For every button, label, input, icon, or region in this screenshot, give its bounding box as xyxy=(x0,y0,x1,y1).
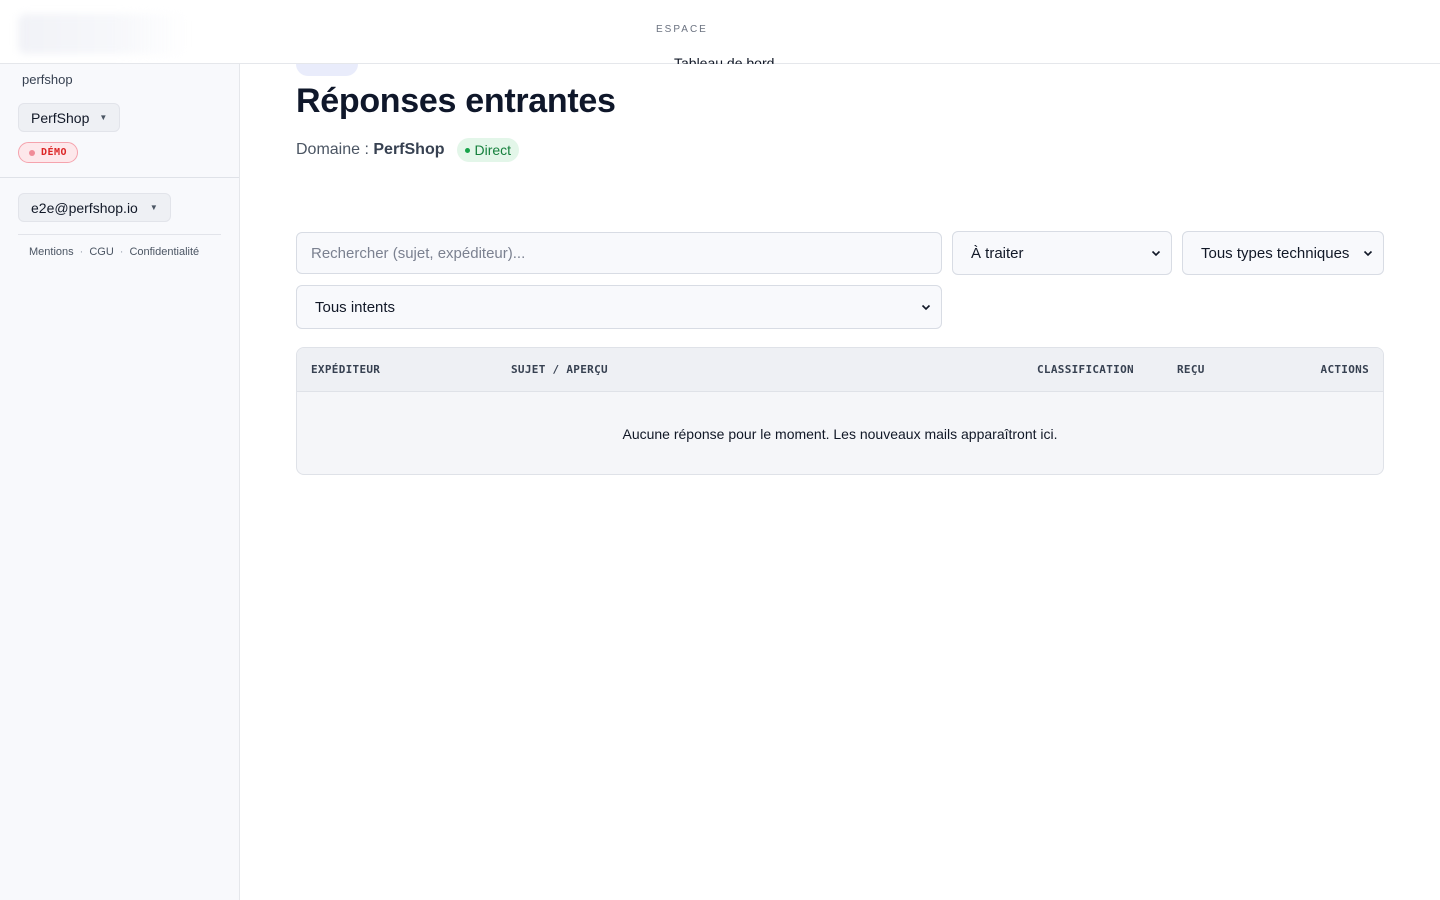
caret-down-icon: ▼ xyxy=(99,113,108,122)
status-dot-icon xyxy=(464,147,470,153)
sidebar-divider xyxy=(0,177,239,178)
caret-down-icon: ▼ xyxy=(149,203,158,212)
domain-status-badge: Direct xyxy=(456,138,520,162)
status-filter-value: À traiter xyxy=(971,244,1024,262)
empty-state-message: Aucune réponse pour le moment. Les nouve… xyxy=(622,426,1058,442)
domain-prefix: Domaine : xyxy=(296,141,369,158)
app-logo[interactable] xyxy=(18,14,188,54)
type-filter-value: Tous types techniques xyxy=(1201,244,1350,262)
legal-link-cgu[interactable]: CGU xyxy=(89,246,113,258)
chevron-down-icon xyxy=(1363,250,1373,257)
column-header-subject[interactable]: SUJET / APERÇU xyxy=(511,363,608,376)
table-header: EXPÉDITEUR SUJET / APERÇU CLASSIFICATION… xyxy=(297,348,1383,392)
responses-table: EXPÉDITEUR SUJET / APERÇU CLASSIFICATION… xyxy=(296,347,1384,475)
workspace-select-label: PerfShop xyxy=(31,109,90,126)
demo-dot-icon xyxy=(29,149,35,156)
topbar-nav-text: Tableau de bord xyxy=(674,56,775,64)
chevron-down-icon xyxy=(921,304,931,311)
topbar-section-label: ESPACE xyxy=(656,24,708,35)
page-title: Réponses entrantes xyxy=(296,82,616,120)
legal-link-mentions[interactable]: Mentions xyxy=(29,246,74,258)
intent-filter-value: Tous intents xyxy=(315,298,396,316)
demo-badge: DÉMO xyxy=(18,142,79,163)
workspace-select[interactable]: PerfShop ▼ xyxy=(18,103,121,132)
legal-links: Mentions · CGU · Confidentialité xyxy=(29,246,199,258)
column-header-sender[interactable]: EXPÉDITEUR xyxy=(311,363,380,376)
main-content: Réponses entrantes Domaine : PerfShop Di… xyxy=(240,0,1440,900)
account-select[interactable]: e2e@perfshop.io ▼ xyxy=(18,193,171,222)
search-input[interactable] xyxy=(296,232,942,274)
account-select-label: e2e@perfshop.io xyxy=(31,199,138,216)
column-header-classification[interactable]: CLASSIFICATION xyxy=(1037,363,1134,376)
domain-info: Domaine : PerfShop xyxy=(296,141,445,159)
domain-status-label: Direct xyxy=(474,142,512,158)
type-filter-select[interactable]: Tous types techniques xyxy=(1182,231,1384,275)
column-header-received[interactable]: REÇU xyxy=(1177,363,1205,376)
intent-filter-select[interactable]: Tous intents xyxy=(296,285,942,329)
domain-row: Domaine : PerfShop Direct xyxy=(296,138,520,162)
chevron-down-icon xyxy=(1151,250,1161,257)
legal-link-privacy[interactable]: Confidentialité xyxy=(129,246,199,258)
top-bar: ESPACE xyxy=(0,0,1440,64)
column-header-actions: ACTIONS xyxy=(1320,363,1369,376)
workspace-slug: perfshop xyxy=(22,72,73,87)
separator: · xyxy=(119,246,124,258)
sidebar-divider xyxy=(18,234,221,235)
sidebar: perfshop PerfShop ▼ DÉMO e2e@perfshop.io… xyxy=(0,0,240,900)
status-filter-select[interactable]: À traiter xyxy=(952,231,1172,275)
demo-badge-label: DÉMO xyxy=(41,147,68,158)
separator: · xyxy=(79,246,84,258)
domain-name: PerfShop xyxy=(373,141,445,158)
